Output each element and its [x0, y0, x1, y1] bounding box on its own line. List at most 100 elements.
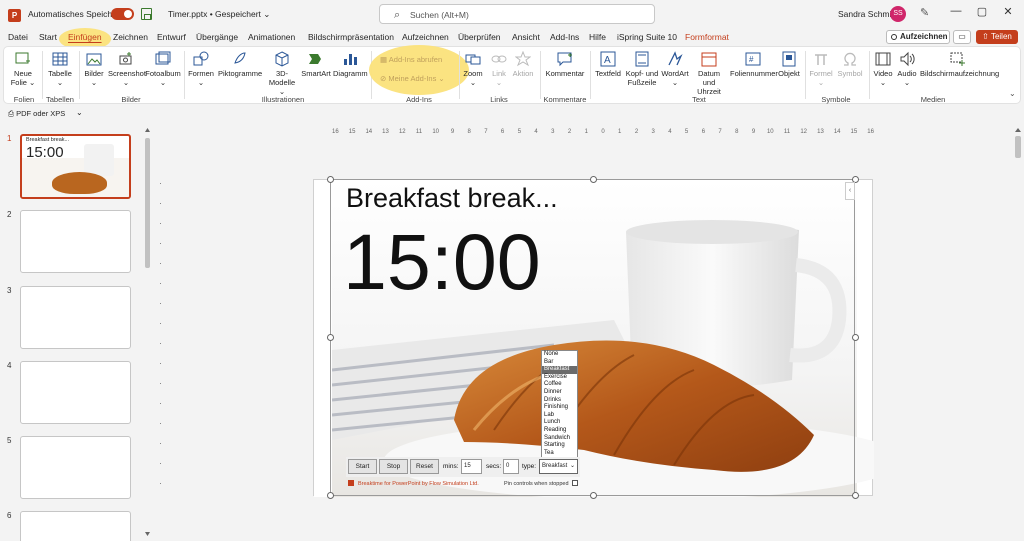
slide-number-button[interactable]: # Foliennummer: [730, 51, 778, 78]
reset-button[interactable]: Reset: [410, 459, 439, 474]
minimize-button[interactable]: —: [948, 5, 964, 23]
type-select[interactable]: Breakfast ⌄: [539, 459, 578, 474]
type-option[interactable]: Exercise: [542, 374, 577, 382]
slides-scrollbar[interactable]: [143, 124, 152, 541]
maximize-button[interactable]: ▢: [974, 5, 990, 23]
search-box[interactable]: ⌕ Suchen (Alt+M): [379, 4, 655, 24]
resize-handle[interactable]: [327, 176, 334, 183]
pdf-xps-button[interactable]: ⎙ PDF oder XPS: [8, 109, 65, 119]
audio-button[interactable]: Audio ⌄: [896, 51, 918, 87]
photo-album-button[interactable]: Fotoalbum ⌄: [145, 51, 181, 87]
resize-handle[interactable]: [852, 492, 859, 499]
share-button[interactable]: ⇧ Teilen: [976, 30, 1018, 44]
new-slide-button[interactable]: Neue Folie ⌄: [7, 51, 39, 87]
screenshot-button[interactable]: Screenshot ⌄: [108, 51, 146, 87]
action-button[interactable]: Aktion: [512, 51, 534, 78]
resize-handle[interactable]: [852, 334, 859, 341]
chart-button[interactable]: Diagramm: [333, 51, 368, 78]
tab-bildschirmpraesentation[interactable]: Bildschirmpräsentation: [308, 32, 394, 42]
tab-addins[interactable]: Add-Ins: [550, 32, 579, 42]
type-option[interactable]: Lunch: [542, 419, 577, 427]
type-option[interactable]: Finishing: [542, 404, 577, 412]
smartart-label: SmartArt: [301, 69, 331, 78]
tab-aufzeichnen[interactable]: Aufzeichnen: [402, 32, 449, 42]
type-option[interactable]: Bar: [542, 359, 577, 367]
save-icon[interactable]: [141, 8, 152, 20]
tab-ispring[interactable]: iSpring Suite 10: [617, 32, 677, 42]
close-button[interactable]: ✕: [1000, 5, 1016, 23]
type-option[interactable]: Coffee: [542, 381, 577, 389]
object-button[interactable]: Objekt: [777, 51, 801, 78]
slide-thumbnail-6[interactable]: [20, 511, 131, 541]
type-option[interactable]: Dinner: [542, 389, 577, 397]
my-addins-button[interactable]: ⊘ Meine Add-Ins ⌄: [380, 74, 445, 83]
thumb-timer: 15:00: [26, 144, 64, 161]
addin-credit-link[interactable]: Breaktime for PowerPoint by Flow Simulat…: [358, 481, 479, 487]
slide-thumbnail-5[interactable]: [20, 436, 131, 499]
date-time-button[interactable]: Datum und Uhrzeit: [691, 51, 727, 96]
secs-input[interactable]: 0: [503, 459, 519, 474]
equation-button[interactable]: Formel ⌄: [809, 51, 833, 87]
record-button[interactable]: Aufzeichnen: [886, 30, 950, 44]
3d-models-button[interactable]: 3D-Modelle ⌄: [266, 51, 298, 96]
tab-entwurf[interactable]: Entwurf: [157, 32, 186, 42]
textbox-button[interactable]: A Textfeld: [593, 51, 623, 78]
type-option[interactable]: None: [542, 351, 577, 359]
tab-formformat[interactable]: Formformat: [685, 32, 729, 42]
collapse-addin-button[interactable]: ‹: [845, 182, 855, 200]
wordart-button[interactable]: WordArt ⌄: [661, 51, 689, 87]
icons-button[interactable]: Piktogramme: [218, 51, 262, 78]
smartart-button[interactable]: SmartArt: [301, 51, 331, 78]
editor-scrollbar[interactable]: [1013, 124, 1023, 541]
tab-animationen[interactable]: Animationen: [248, 32, 295, 42]
get-addins-button[interactable]: ▦ Add-Ins abrufen: [380, 55, 442, 64]
shapes-button[interactable]: Formen ⌄: [188, 51, 214, 87]
user-name[interactable]: Sandra Schmid: [838, 9, 896, 19]
type-option[interactable]: Starting: [542, 442, 577, 450]
collapse-ribbon-icon[interactable]: ⌄: [1009, 89, 1016, 98]
type-option[interactable]: Drinks: [542, 397, 577, 405]
start-button[interactable]: Start: [348, 459, 377, 474]
document-title[interactable]: Timer.pptx • Gespeichert ⌄: [168, 9, 270, 20]
header-footer-button[interactable]: Kopf- und Fußzeile: [625, 51, 659, 87]
slide-thumbnail-2[interactable]: [20, 210, 131, 273]
comment-button[interactable]: Kommentar: [543, 51, 587, 78]
slide-thumbnail-1[interactable]: Breakfast break... 15:00: [20, 134, 131, 199]
tab-zeichnen[interactable]: Zeichnen: [113, 32, 148, 42]
tab-ueberpruefen[interactable]: Überprüfen: [458, 32, 501, 42]
type-dropdown-list[interactable]: None Bar Breakfast Exercise Coffee Dinner Drin…: [541, 350, 578, 458]
pin-controls-checkbox[interactable]: [572, 480, 578, 486]
tab-ansicht[interactable]: Ansicht: [512, 32, 540, 42]
table-button[interactable]: Tabelle ⌄: [45, 51, 75, 87]
mins-input[interactable]: 15: [461, 459, 482, 474]
resize-handle[interactable]: [590, 492, 597, 499]
comments-button[interactable]: ▭: [953, 30, 971, 44]
video-button[interactable]: Video ⌄: [872, 51, 894, 87]
resize-handle[interactable]: [590, 176, 597, 183]
autosave-toggle[interactable]: [111, 8, 134, 20]
slide-thumbnail-4[interactable]: [20, 361, 131, 424]
pictures-button[interactable]: Bilder ⌄: [82, 51, 106, 87]
stop-button[interactable]: Stop: [379, 459, 408, 474]
designer-pen-icon[interactable]: ✎: [920, 6, 929, 19]
tab-start[interactable]: Start: [39, 32, 57, 42]
customize-qat-icon[interactable]: ⌄: [76, 108, 83, 117]
resize-handle[interactable]: [327, 334, 334, 341]
slide-thumbnail-3[interactable]: [20, 286, 131, 349]
symbol-button[interactable]: Symbol: [835, 51, 865, 78]
tab-einfuegen[interactable]: Einfügen: [68, 32, 102, 42]
type-option[interactable]: Lab: [542, 412, 577, 420]
type-option[interactable]: Reading: [542, 427, 577, 435]
separator: [42, 51, 43, 99]
tab-hilfe[interactable]: Hilfe: [589, 32, 606, 42]
screen-recording-button[interactable]: Bildschirmaufzeichnung: [920, 51, 999, 78]
resize-handle[interactable]: [327, 492, 334, 499]
link-button[interactable]: Link ⌄: [488, 51, 510, 87]
tab-uebergaenge[interactable]: Übergänge: [196, 32, 238, 42]
search-input[interactable]: Suchen (Alt+M): [410, 10, 469, 20]
tab-datei[interactable]: Datei: [8, 32, 28, 42]
type-option[interactable]: Sandwich: [542, 435, 577, 443]
type-option[interactable]: Breakfast: [542, 366, 577, 374]
avatar[interactable]: SS: [890, 6, 906, 22]
zoom-button[interactable]: Zoom ⌄: [462, 51, 484, 87]
